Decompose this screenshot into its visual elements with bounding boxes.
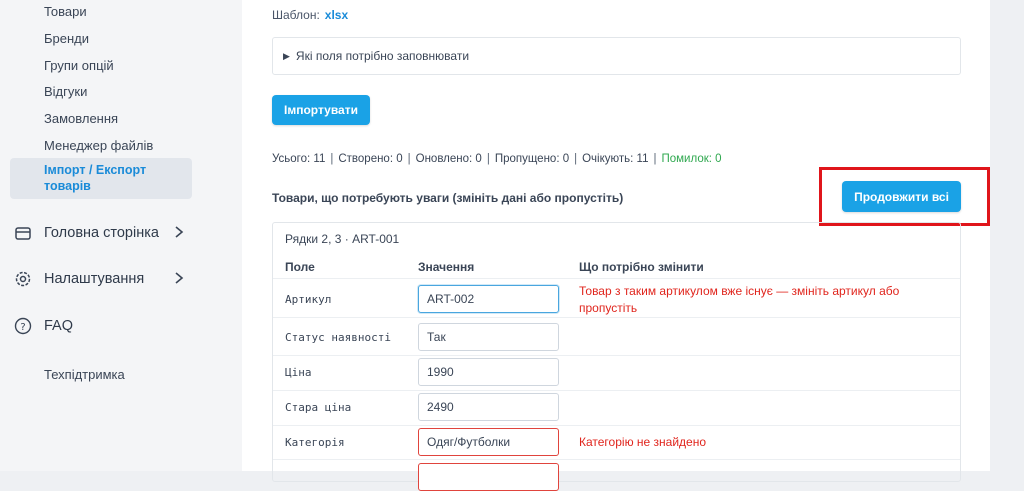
highlight-box bbox=[819, 167, 990, 226]
field-label: Категорія bbox=[285, 436, 345, 449]
details-summary: Які поля потрібно заповнювати bbox=[295, 49, 470, 63]
field-label: Ціна bbox=[285, 366, 312, 379]
divider bbox=[273, 390, 960, 391]
column-header-field: Поле bbox=[285, 260, 315, 274]
sidebar-item-home-page[interactable]: Головна сторінка bbox=[14, 222, 184, 244]
divider bbox=[273, 459, 960, 460]
template-line: Шаблон: xlsx bbox=[272, 8, 348, 22]
card-title: Рядки 2, 3 · ART-001 bbox=[285, 232, 400, 246]
template-download-link[interactable]: xlsx bbox=[325, 8, 348, 22]
sidebar-item-label: Імпорт / Експорт товарів bbox=[44, 163, 147, 193]
stat-updated: Оновлено: 0 bbox=[415, 153, 482, 165]
template-label: Шаблон: bbox=[272, 8, 320, 22]
sidebar-item-option-groups[interactable]: Групи опцій bbox=[44, 58, 114, 73]
chevron-right-icon bbox=[174, 225, 184, 243]
divider bbox=[273, 278, 960, 279]
sidebar-item-reviews[interactable]: Відгуки bbox=[44, 84, 87, 99]
category-input[interactable]: Одяг/Футболки bbox=[418, 428, 559, 456]
field-label: Стара ціна bbox=[285, 401, 352, 414]
sidebar-item-support[interactable]: Техпідтримка bbox=[44, 367, 125, 382]
sidebar-item-label: Налаштування bbox=[44, 271, 145, 287]
price-input[interactable]: 1990 bbox=[418, 358, 559, 386]
column-header-change: Що потрібно змінити bbox=[579, 260, 704, 274]
sidebar-item-label: FAQ bbox=[44, 318, 74, 334]
sidebar-item-settings[interactable]: Налаштування bbox=[14, 268, 184, 290]
storefront-icon bbox=[14, 224, 32, 242]
field-label: Статус наявності bbox=[285, 331, 391, 344]
sku-input[interactable]: ART-002 bbox=[418, 285, 559, 313]
divider bbox=[273, 355, 960, 356]
chevron-right-icon bbox=[174, 271, 184, 289]
next-row-input[interactable] bbox=[418, 463, 559, 491]
availability-input[interactable]: Так bbox=[418, 323, 559, 351]
attention-card: Рядки 2, 3 · ART-001 Поле Значення Що по… bbox=[272, 222, 961, 491]
sidebar-item-orders[interactable]: Замовлення bbox=[44, 111, 118, 126]
stat-skipped: Пропущено: 0 bbox=[494, 153, 570, 165]
divider bbox=[273, 425, 960, 426]
error-message: Категорію не знайдено bbox=[579, 435, 707, 449]
field-label: Артикул bbox=[285, 293, 332, 306]
sidebar-item-products[interactable]: Товари bbox=[44, 4, 87, 19]
svg-text:?: ? bbox=[20, 322, 25, 333]
gear-icon bbox=[14, 270, 32, 288]
stat-pending: Очікують: 11 bbox=[582, 153, 649, 165]
disclosure-triangle-icon: ▶ bbox=[283, 50, 290, 61]
sidebar-item-import-export[interactable]: Імпорт / Експорт товарів bbox=[10, 158, 192, 199]
attention-title: Товари, що потребують уваги (змініть дан… bbox=[272, 191, 624, 205]
divider bbox=[273, 317, 960, 318]
sidebar-item-brands[interactable]: Бренди bbox=[44, 31, 89, 46]
column-header-value: Значення bbox=[418, 260, 475, 274]
sidebar-item-label: Головна сторінка bbox=[44, 225, 159, 241]
import-stats: Усього: 11 | Створено: 0 | Оновлено: 0 | Пропу… bbox=[272, 153, 722, 165]
page-background bbox=[990, 0, 1024, 471]
stat-created: Створено: 0 bbox=[338, 153, 403, 165]
old-price-input[interactable]: 2490 bbox=[418, 393, 559, 421]
sidebar-item-file-manager[interactable]: Менеджер файлів bbox=[44, 138, 153, 153]
main-content: Шаблон: xlsx ▶ Які поля потрібно заповнюв… bbox=[242, 0, 990, 491]
question-circle-icon: ? bbox=[14, 317, 32, 335]
sidebar: Товари Бренди Групи опцій Відгуки Замовл… bbox=[0, 0, 242, 471]
sidebar-item-faq[interactable]: ? FAQ bbox=[14, 315, 73, 337]
stat-errors: Помилок: 0 bbox=[661, 153, 722, 165]
import-button[interactable]: Імпортувати bbox=[272, 95, 370, 125]
error-message: Товар з таким артикулом вже існує — змін… bbox=[579, 284, 900, 315]
stat-total: Усього: 11 bbox=[272, 153, 326, 165]
required-fields-details[interactable]: ▶ Які поля потрібно заповнювати bbox=[272, 37, 961, 75]
